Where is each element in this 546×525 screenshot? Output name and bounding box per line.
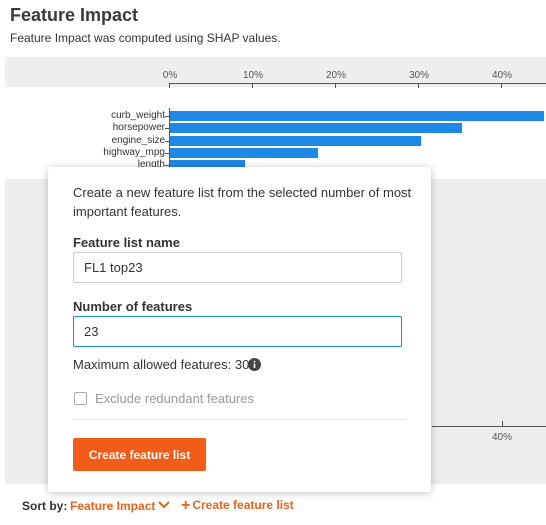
page-subtitle: Feature Impact was computed using SHAP v… xyxy=(10,31,281,45)
plus-icon: + xyxy=(181,497,191,514)
chevron-down-icon[interactable] xyxy=(158,497,170,515)
x-tick-mark xyxy=(501,83,502,88)
page-title: Feature Impact xyxy=(10,5,139,25)
number-of-features-input[interactable] xyxy=(73,316,402,347)
feature-list-name-label: Feature list name xyxy=(73,235,180,250)
number-of-features-label: Number of features xyxy=(73,299,193,314)
x-tick-label: 30% xyxy=(408,70,430,81)
bar-horsepower xyxy=(170,123,463,134)
exclude-redundant-label[interactable]: Exclude redundant features xyxy=(95,391,254,406)
info-icon[interactable] xyxy=(248,358,261,376)
feature-label: highway_mpg xyxy=(103,146,165,158)
x-tick-label: 10% xyxy=(242,70,264,81)
max-features-text: Maximum allowed features: 30 xyxy=(73,357,250,372)
feature-label: engine_size xyxy=(111,134,165,146)
bar-engine_size xyxy=(170,135,422,146)
feature-tick xyxy=(165,116,169,117)
x-tick-label: 20% xyxy=(325,70,347,81)
feature-list-name-input[interactable] xyxy=(73,252,402,283)
x-tick-label: 40% xyxy=(491,70,513,81)
x-tick-mark xyxy=(169,83,170,88)
create-feature-list-popover: Create a new feature list from the selec… xyxy=(48,167,431,492)
x-axis-line xyxy=(169,83,546,84)
feature-tick xyxy=(165,140,169,142)
x-tick-mark xyxy=(418,83,419,88)
feature-tick xyxy=(165,128,169,130)
bottom-tick-label: 40% xyxy=(491,432,513,443)
bottom-axis-line xyxy=(432,426,546,427)
bar-highway_mpg xyxy=(170,147,318,158)
feature-tick xyxy=(165,152,169,154)
x-tick-label: 0% xyxy=(162,70,178,81)
exclude-redundant-checkbox[interactable] xyxy=(74,392,87,405)
sort-by-label: Sort by: xyxy=(22,499,68,513)
create-feature-list-button[interactable]: Create feature list xyxy=(73,438,206,471)
create-feature-list-link[interactable]: + Create feature list xyxy=(181,497,294,515)
bottom-tick-mark xyxy=(502,421,503,426)
bar-curb_weight xyxy=(170,111,544,121)
x-tick-mark xyxy=(252,83,253,88)
create-feature-list-link-label: Create feature list xyxy=(192,498,294,512)
feature-label: horsepower xyxy=(112,122,165,134)
divider xyxy=(73,419,406,420)
x-tick-mark xyxy=(335,83,336,88)
popover-description: Create a new feature list from the selec… xyxy=(73,185,412,219)
feature-label: curb_weight xyxy=(111,110,165,121)
sort-dropdown[interactable]: Feature Impact xyxy=(70,499,155,513)
